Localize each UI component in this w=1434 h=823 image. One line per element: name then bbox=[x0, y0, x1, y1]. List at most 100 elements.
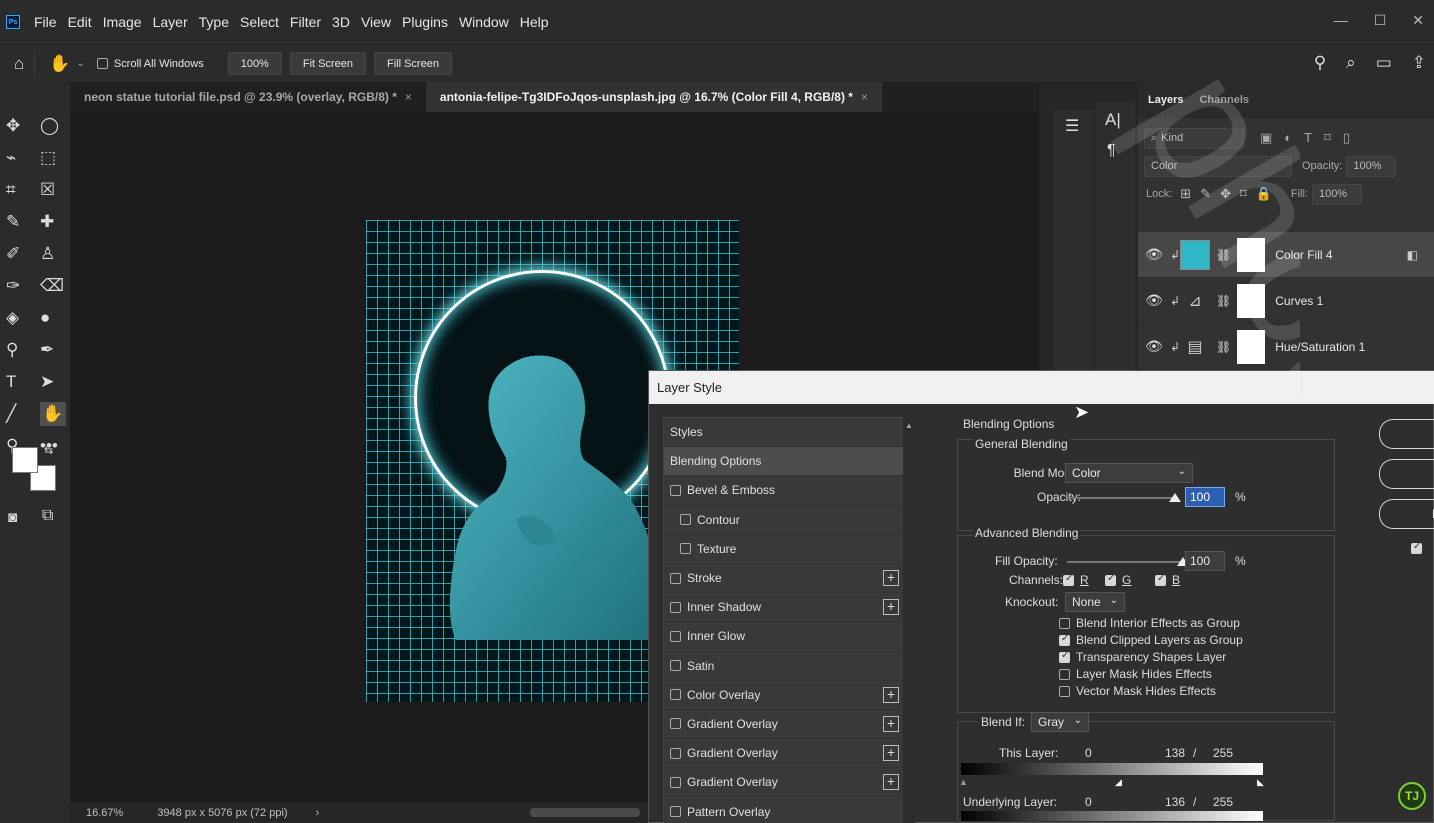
paragraph-icon[interactable]: ¶ bbox=[1107, 142, 1116, 160]
fill-field[interactable]: 100% bbox=[1311, 183, 1362, 205]
style-item-inner-glow[interactable]: Inner Glow bbox=[664, 622, 907, 652]
opacity-field[interactable]: 100% bbox=[1346, 155, 1397, 177]
eye-icon[interactable]: 👁 bbox=[1138, 246, 1170, 263]
eye-icon[interactable]: 👁 bbox=[1138, 292, 1170, 309]
lock-icons[interactable]: ⊞✎✥⌑🔒 bbox=[1180, 186, 1281, 202]
checkbox-icon[interactable] bbox=[670, 806, 681, 818]
style-item-styles[interactable]: Styles bbox=[664, 418, 907, 448]
blend-interior-effects-checkbox[interactable]: Blend Interior Effects as Group bbox=[1059, 616, 1240, 630]
menu-view[interactable]: View bbox=[361, 14, 391, 30]
checkbox-icon[interactable] bbox=[1059, 650, 1070, 664]
checkbox-icon[interactable] bbox=[680, 514, 691, 526]
layer-name[interactable]: Curves 1 bbox=[1275, 294, 1323, 308]
checkbox-icon[interactable] bbox=[670, 660, 681, 672]
eyedropper-icon[interactable]: ✎ bbox=[6, 210, 40, 234]
workspace-icon[interactable]: ▭ bbox=[1376, 53, 1392, 73]
channel-r-checkbox[interactable]: R bbox=[1063, 573, 1089, 587]
style-item-inner-shadow[interactable]: Inner Shadow + bbox=[664, 593, 907, 623]
style-item-satin[interactable]: Satin bbox=[664, 652, 907, 681]
history-brush-icon[interactable]: ✑ bbox=[6, 274, 40, 298]
ok-button[interactable] bbox=[1379, 419, 1434, 449]
character-icon[interactable]: A| bbox=[1105, 110, 1121, 130]
menu-file[interactable]: File bbox=[34, 14, 57, 30]
blur-tool-icon[interactable]: ● bbox=[40, 306, 74, 330]
fit-screen-button[interactable]: Fit Screen bbox=[289, 52, 366, 75]
adjustments-icon[interactable]: ☰ bbox=[1065, 116, 1079, 136]
this-layer-gradient[interactable] bbox=[961, 763, 1263, 775]
menu-type[interactable]: Type bbox=[199, 14, 229, 30]
preview-checkbox[interactable] bbox=[1411, 541, 1422, 554]
checkbox-icon[interactable] bbox=[670, 689, 681, 701]
checkbox-icon[interactable] bbox=[670, 630, 681, 642]
chevron-down-icon[interactable]: ⌄ bbox=[76, 58, 84, 69]
opacity-input[interactable]: 100 bbox=[1185, 487, 1225, 507]
foreground-color-swatch[interactable] bbox=[12, 447, 38, 473]
checkbox-icon[interactable] bbox=[1059, 686, 1070, 698]
maximize-button[interactable]: ☐ bbox=[1374, 12, 1387, 29]
status-arrow-icon[interactable]: › bbox=[316, 807, 320, 819]
add-effect-icon[interactable]: + bbox=[883, 569, 899, 586]
checkbox-icon[interactable] bbox=[1155, 573, 1166, 587]
checkbox-icon[interactable] bbox=[670, 601, 681, 613]
style-item-contour[interactable]: Contour bbox=[664, 506, 907, 535]
chain-icon[interactable]: ⛓ bbox=[1216, 294, 1231, 308]
opacity-slider[interactable] bbox=[1067, 497, 1177, 499]
style-item-stroke[interactable]: Stroke + bbox=[664, 564, 907, 594]
line-tool-icon[interactable]: ╱ bbox=[6, 402, 40, 426]
menu-image[interactable]: Image bbox=[103, 14, 142, 30]
layer-row-hue-saturation-1[interactable]: 👁 ↲ ▤ ⛓ Hue/Saturation 1 bbox=[1138, 324, 1434, 370]
menu-plugins[interactable]: Plugins bbox=[402, 14, 448, 30]
layer-row-color-fill-4[interactable]: 👁 ↲ ⛓ Color Fill 4 ◧ bbox=[1138, 232, 1434, 278]
scroll-all-windows-checkbox[interactable]: Scroll All Windows bbox=[96, 58, 204, 70]
search-icon[interactable]: ⌕ bbox=[1346, 53, 1356, 73]
menu-edit[interactable]: Edit bbox=[68, 14, 92, 30]
checkbox-icon[interactable] bbox=[1063, 573, 1074, 587]
swap-colors-icon[interactable]: ⇆ bbox=[44, 444, 53, 457]
add-effect-icon[interactable]: + bbox=[883, 774, 899, 791]
transparency-shapes-checkbox[interactable]: Transparency Shapes Layer bbox=[1059, 650, 1226, 664]
blend-if-dropdown[interactable]: Gray ⌄ bbox=[1031, 712, 1089, 732]
home-icon[interactable]: ⌂ bbox=[14, 54, 24, 74]
channel-b-checkbox[interactable]: B bbox=[1155, 573, 1180, 587]
blend-mode-dropdown[interactable]: Color ⌄ bbox=[1065, 463, 1193, 483]
eye-icon[interactable]: 👁 bbox=[1138, 338, 1170, 355]
style-item-blending-options[interactable]: Blending Options bbox=[664, 447, 907, 477]
add-effect-icon[interactable]: + bbox=[883, 686, 899, 703]
checkbox-icon[interactable] bbox=[670, 718, 681, 730]
layer-mask-thumbnail[interactable] bbox=[1237, 283, 1266, 318]
filter-kind-select[interactable]: ⌕ Kind bbox=[1144, 127, 1244, 149]
crop-tool-icon[interactable]: ⌗ bbox=[6, 178, 40, 202]
channel-g-checkbox[interactable]: G bbox=[1105, 573, 1131, 587]
zoom-level[interactable]: 16.67% bbox=[86, 807, 123, 819]
checkbox-icon[interactable] bbox=[670, 484, 681, 496]
eraser-tool-icon[interactable]: ⌫ bbox=[40, 274, 74, 298]
style-item-color-overlay[interactable]: Color Overlay + bbox=[664, 681, 907, 710]
blend-mode-select[interactable]: Color bbox=[1144, 155, 1292, 177]
menu-3d[interactable]: 3D bbox=[332, 14, 350, 30]
close-tab-icon[interactable]: × bbox=[405, 90, 412, 104]
chain-icon[interactable]: ⛓ bbox=[1216, 340, 1231, 354]
chain-icon[interactable]: ⛓ bbox=[1216, 248, 1231, 262]
tab-antonia-felipe[interactable]: antonia-felipe-Tg3IDFoJqos-unsplash.jpg … bbox=[425, 82, 882, 112]
add-effect-icon[interactable]: + bbox=[883, 715, 899, 732]
new-style-button[interactable]: Ne bbox=[1379, 499, 1434, 529]
dodge-tool-icon[interactable]: ⚲ bbox=[6, 338, 40, 362]
this-layer-black-slider[interactable]: ▲ bbox=[959, 777, 968, 787]
fill-screen-button[interactable]: Fill Screen bbox=[373, 52, 452, 75]
checkbox-icon[interactable] bbox=[1059, 669, 1070, 681]
checkbox-icon[interactable] bbox=[1105, 573, 1116, 587]
zoom-100-button[interactable]: 100% bbox=[227, 52, 282, 75]
this-layer-white-slider[interactable]: ◣ bbox=[1257, 777, 1264, 788]
checkbox-icon[interactable] bbox=[96, 58, 108, 69]
style-item-pattern-overlay[interactable]: Pattern Overlay bbox=[664, 797, 907, 823]
styles-scrollbar[interactable]: ▲ bbox=[903, 417, 915, 823]
menu-select[interactable]: Select bbox=[240, 14, 279, 30]
close-tab-icon[interactable]: × bbox=[861, 90, 868, 104]
fill-opacity-slider[interactable] bbox=[1067, 561, 1187, 563]
share-icon[interactable]: ⇪ bbox=[1412, 53, 1426, 73]
lasso-tool-icon[interactable]: ⌁ bbox=[6, 146, 40, 170]
tab-channels[interactable]: Channels bbox=[1199, 94, 1249, 106]
horizontal-scrollbar[interactable] bbox=[530, 808, 640, 817]
blend-clipped-layers-checkbox[interactable]: Blend Clipped Layers as Group bbox=[1059, 633, 1243, 647]
checkbox-icon[interactable] bbox=[670, 572, 681, 584]
